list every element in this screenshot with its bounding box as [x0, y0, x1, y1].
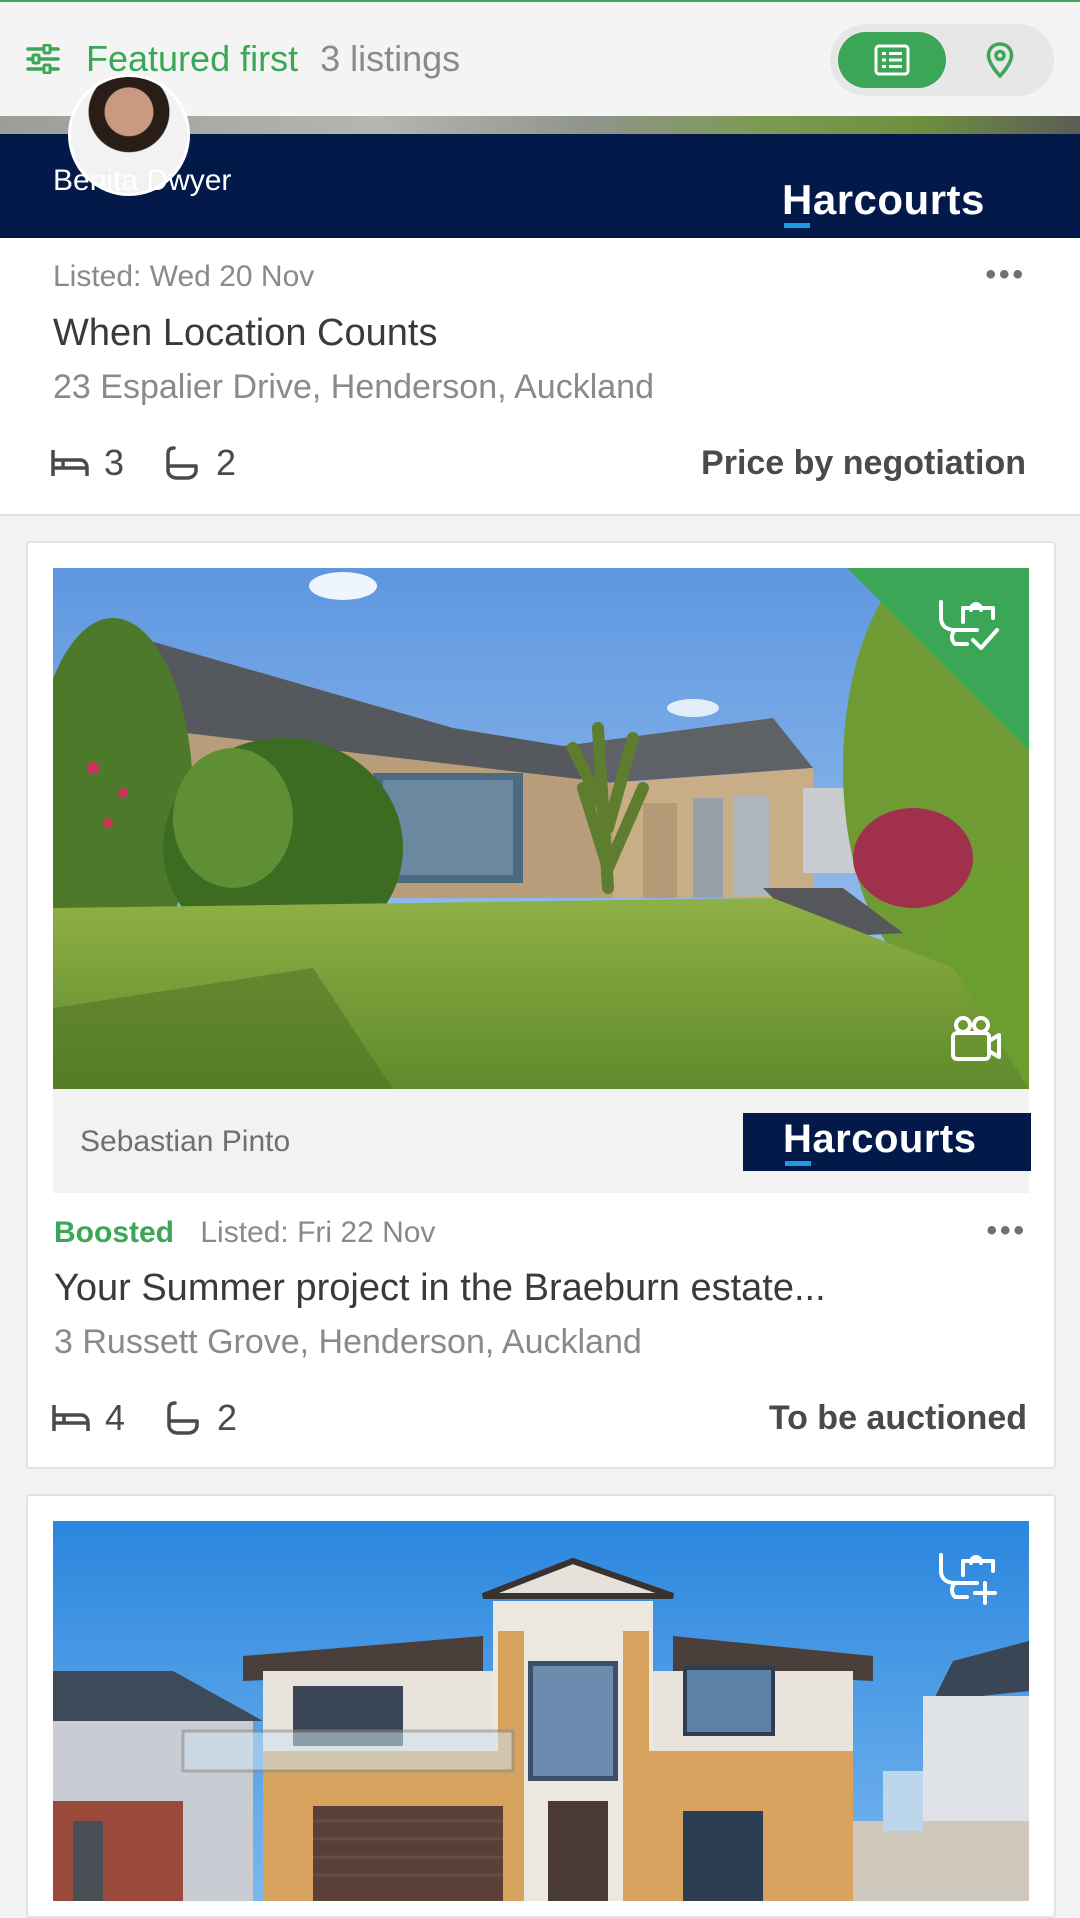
listing-features: 3 2 — [50, 442, 274, 484]
sort-label: Featured first — [86, 38, 299, 79]
filter-sliders-icon — [26, 44, 60, 74]
sort-filter-button[interactable]: Featured first — [26, 38, 298, 80]
bath-icon — [166, 446, 198, 480]
video-camera-icon — [951, 1016, 1001, 1061]
logo-underline — [784, 223, 810, 228]
listing-title: Your Summer project in the Braeburn esta… — [54, 1267, 826, 1309]
logo-underline — [785, 1161, 811, 1166]
agency-name: Harcourts — [783, 1117, 977, 1161]
listing-title: When Location Counts — [53, 312, 438, 354]
harcourts-logo: Harcourts — [782, 176, 985, 228]
boosted-badge: Boosted — [54, 1216, 174, 1249]
harcourts-logo: Harcourts — [743, 1113, 1031, 1171]
logo-text-wrap: Harcourts — [783, 1117, 977, 1166]
listing-price: Price by negotiation — [701, 444, 1026, 482]
listing-address: 3 Russett Grove, Henderson, Auckland — [54, 1323, 642, 1361]
listing-photo[interactable] — [53, 1521, 1029, 1901]
listed-date: Listed: Wed 20 Nov — [53, 260, 315, 293]
more-options-icon[interactable]: ••• — [986, 1214, 1027, 1248]
bedroom-count: 3 — [104, 442, 125, 483]
listing-photo[interactable] — [53, 568, 1029, 1089]
more-options-icon[interactable]: ••• — [985, 258, 1026, 292]
listing-meta: Boosted Listed: Fri 22 Nov — [54, 1216, 435, 1250]
map-pin-icon — [986, 42, 1014, 78]
list-view-button[interactable] — [838, 32, 946, 88]
listings-count: 3 listings — [320, 38, 461, 79]
map-view-button[interactable] — [954, 32, 1046, 88]
listing-card[interactable] — [26, 1494, 1056, 1918]
bathroom-count: 2 — [217, 1397, 238, 1438]
agent-banner: Sebastian Pinto Harcourts — [53, 1089, 1031, 1193]
listing-card[interactable]: Benita Dwyer Harcourts Listed: Wed 20 No… — [0, 74, 1080, 516]
agent-name: Sebastian Pinto — [80, 1125, 291, 1158]
bath-icon — [167, 1401, 199, 1435]
watchlist-checked-icon[interactable] — [937, 596, 1001, 652]
bed-icon — [52, 1405, 90, 1431]
bathroom-count: 2 — [216, 442, 237, 483]
house-photo — [53, 1521, 1029, 1901]
listing-card[interactable]: Sebastian Pinto Harcourts Boosted Listed… — [26, 541, 1056, 1469]
listing-price: To be auctioned — [768, 1399, 1027, 1437]
listed-date: Listed: Fri 22 Nov — [200, 1216, 436, 1249]
agent-name: Benita Dwyer — [53, 164, 232, 197]
agency-name: Harcourts — [782, 176, 985, 223]
listing-features: 4 2 — [51, 1397, 275, 1439]
watchlist-add-icon[interactable] — [937, 1549, 1001, 1605]
agent-banner: Benita Dwyer Harcourts — [0, 74, 1080, 238]
bed-icon — [51, 450, 89, 476]
view-toggle — [830, 24, 1054, 96]
list-icon — [874, 44, 910, 76]
bedroom-count: 4 — [105, 1397, 126, 1438]
listing-address: 23 Espalier Drive, Henderson, Auckland — [53, 368, 654, 406]
